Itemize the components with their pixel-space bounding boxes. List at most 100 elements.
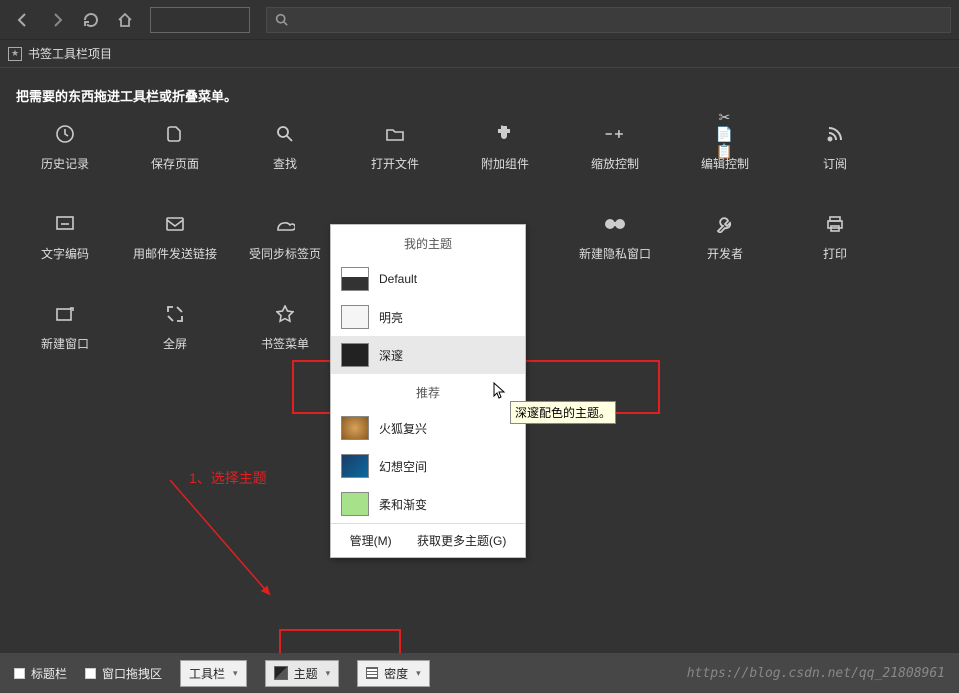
mask-icon: [604, 213, 626, 235]
chevron-down-icon: ▾: [416, 668, 421, 679]
tool-label: 开发者: [707, 245, 743, 262]
open-icon: [384, 123, 406, 145]
watermark-text: https://blog.csdn.net/qq_21808961: [687, 666, 945, 681]
tool-label: 打开文件: [371, 155, 419, 172]
wrench-icon: [714, 213, 736, 235]
dragspace-label: 窗口拖拽区: [102, 665, 162, 682]
theme-thumb-light: [341, 305, 369, 329]
bookmarks-label: 书签工具栏项目: [28, 45, 112, 62]
tool-email[interactable]: 用邮件发送链接: [120, 213, 230, 273]
tool-label: 新建窗口: [41, 335, 89, 352]
theme-thumb-rec2: [341, 454, 369, 478]
tool-newwindow[interactable]: 新建窗口: [10, 303, 120, 363]
theme-rec-name: 柔和渐变: [379, 496, 427, 513]
find-icon: [274, 123, 296, 145]
tool-label: 查找: [273, 155, 297, 172]
theme-light[interactable]: 明亮: [331, 298, 525, 336]
search-bar[interactable]: [266, 7, 951, 33]
theme-rec-1[interactable]: 火狐复兴: [331, 409, 525, 447]
density-icon: [366, 667, 378, 679]
tool-label: 保存页面: [151, 155, 199, 172]
email-icon: [164, 213, 186, 235]
theme-default[interactable]: Default: [331, 260, 525, 298]
tool-print[interactable]: 打印: [780, 213, 890, 273]
bookmarks-toolbar: ★ 书签工具栏项目: [0, 40, 959, 68]
theme-dark[interactable]: 深邃: [331, 336, 525, 374]
print-icon: [824, 213, 846, 235]
tool-label: 文字编码: [41, 245, 89, 262]
search-icon: [275, 13, 288, 26]
tool-history[interactable]: 历史记录: [10, 123, 120, 183]
tool-label: 打印: [823, 245, 847, 262]
bottom-toolbar: 标题栏 窗口拖拽区 工具栏 ▾ 主题 ▾ 密度 ▾ https://blog.c…: [0, 653, 959, 693]
forward-button[interactable]: [42, 5, 72, 35]
star-icon: [274, 303, 296, 325]
theme-thumb-default: [341, 267, 369, 291]
home-icon: [117, 12, 133, 28]
density-dropdown-button[interactable]: 密度 ▾: [357, 660, 430, 687]
back-icon: [15, 12, 31, 28]
toolbar-btn-label: 工具栏: [189, 665, 225, 682]
encoding-icon: [54, 213, 76, 235]
titlebar-checkbox[interactable]: 标题栏: [14, 665, 67, 682]
tool-label: 缩放控制: [591, 155, 639, 172]
tool-edit[interactable]: ✂ 📄 📋 编辑控制: [670, 123, 780, 183]
theme-panel-footer: 管理(M) 获取更多主题(G): [331, 524, 525, 557]
save-icon: [164, 123, 186, 145]
more-themes-link[interactable]: 获取更多主题(G): [417, 532, 506, 549]
tool-sync[interactable]: 受同步标签页: [230, 213, 340, 273]
dark-theme-tooltip: 深邃配色的主题。: [510, 401, 616, 424]
history-icon: [54, 123, 76, 145]
tool-zoom[interactable]: 缩放控制: [560, 123, 670, 183]
tool-label: 用邮件发送链接: [133, 245, 217, 262]
theme-name: Default: [379, 272, 417, 286]
customize-heading: 把需要的东西拖进工具栏或折叠菜单。: [16, 86, 949, 105]
my-themes-header: 我的主题: [331, 225, 525, 260]
theme-rec-name: 幻想空间: [379, 458, 427, 475]
theme-dropdown-button[interactable]: 主题 ▾: [265, 660, 340, 687]
tool-bookmarksmenu[interactable]: 书签菜单: [230, 303, 340, 363]
tool-label: 附加组件: [481, 155, 529, 172]
toolbar-dropdown-button[interactable]: 工具栏 ▾: [180, 660, 247, 687]
chevron-down-icon: ▾: [326, 668, 331, 679]
theme-btn-label: 主题: [294, 665, 318, 682]
tool-openfile[interactable]: 打开文件: [340, 123, 450, 183]
titlebar-label: 标题栏: [31, 665, 67, 682]
home-button[interactable]: [110, 5, 140, 35]
zoom-icon: [604, 123, 626, 145]
theme-rec-2[interactable]: 幻想空间: [331, 447, 525, 485]
tool-label: 订阅: [823, 155, 847, 172]
tool-addons[interactable]: 附加组件: [450, 123, 560, 183]
annotation-step1-label: 1、选择主题: [189, 468, 267, 488]
theme-name: 深邃: [379, 347, 403, 364]
back-button[interactable]: [8, 5, 38, 35]
tool-fullscreen[interactable]: 全屏: [120, 303, 230, 363]
tool-encoding[interactable]: 文字编码: [10, 213, 120, 273]
tool-savepage[interactable]: 保存页面: [120, 123, 230, 183]
theme-thumb-rec1: [341, 416, 369, 440]
tool-label: 受同步标签页: [249, 245, 321, 262]
theme-swatch-icon: [274, 666, 288, 680]
tool-label: 全屏: [163, 335, 187, 352]
theme-rec-3[interactable]: 柔和渐变: [331, 485, 525, 523]
density-btn-label: 密度: [384, 665, 408, 682]
sync-icon: [274, 213, 296, 235]
tool-rss[interactable]: 订阅: [780, 123, 890, 183]
theme-name: 明亮: [379, 309, 403, 326]
forward-icon: [49, 12, 65, 28]
manage-themes-link[interactable]: 管理(M): [350, 532, 392, 549]
reload-button[interactable]: [76, 5, 106, 35]
top-navbar: [0, 0, 959, 40]
window-icon: [54, 303, 76, 325]
cursor-pointer-icon: [493, 382, 507, 405]
bookmarks-star-icon: ★: [8, 47, 22, 61]
checkbox-icon: [85, 668, 96, 679]
tool-private[interactable]: 新建隐私窗口: [560, 213, 670, 273]
tool-developer[interactable]: 开发者: [670, 213, 780, 273]
fullscreen-icon: [164, 303, 186, 325]
small-urlbox[interactable]: [150, 7, 250, 33]
tool-find[interactable]: 查找: [230, 123, 340, 183]
dragspace-checkbox[interactable]: 窗口拖拽区: [85, 665, 162, 682]
theme-thumb-rec3: [341, 492, 369, 516]
tool-label: 历史记录: [41, 155, 89, 172]
